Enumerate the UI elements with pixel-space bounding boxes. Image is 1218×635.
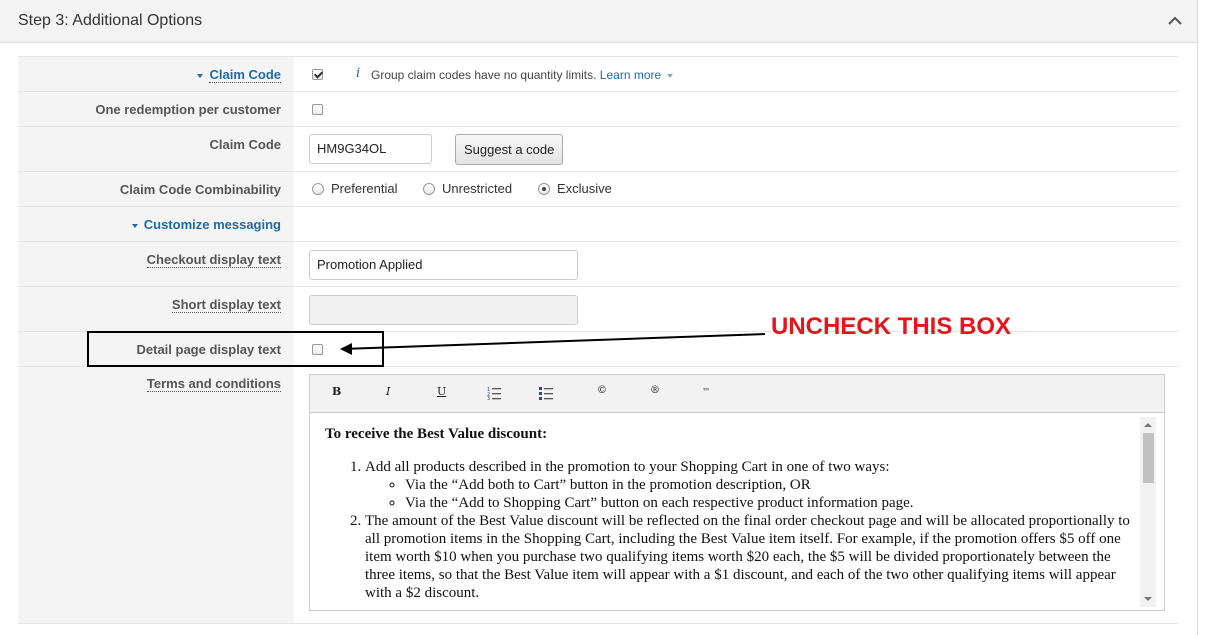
registered-button[interactable]: ® bbox=[650, 385, 660, 396]
radio-preferential-label: Preferential bbox=[331, 181, 398, 196]
terms-heading: To receive the Best Value discount: bbox=[325, 426, 548, 442]
scroll-thumb[interactable] bbox=[1143, 433, 1154, 483]
italic-button[interactable]: I bbox=[386, 385, 390, 398]
bullet-list-icon[interactable] bbox=[539, 386, 553, 400]
list-item: The amount of the Best Value discount wi… bbox=[365, 512, 1134, 602]
row-claim-code: Claim Code HM9G34OL Suggest a code bbox=[18, 126, 1179, 172]
list-item: Via the “Add to Shopping Cart” button on… bbox=[405, 494, 1134, 512]
terms-label: Terms and conditions bbox=[146, 376, 281, 392]
underline-button[interactable]: U bbox=[437, 385, 446, 398]
radio-exclusive-label: Exclusive bbox=[557, 181, 612, 196]
terms-list: Add all products described in the promot… bbox=[325, 458, 1134, 602]
row-combinability: Claim Code Combinability Preferential Un… bbox=[18, 171, 1179, 207]
row-claim-code-toggle: Claim Code i Group claim codes have no q… bbox=[18, 56, 1179, 92]
customize-messaging-toggle[interactable]: Customize messaging bbox=[131, 217, 281, 232]
short-text-label: Short display text bbox=[171, 297, 281, 313]
info-text: Group claim codes have no quantity limit… bbox=[371, 68, 597, 82]
scroll-down-icon[interactable] bbox=[1144, 597, 1152, 601]
chevron-up-icon[interactable] bbox=[1167, 13, 1183, 29]
caret-down-icon bbox=[197, 73, 204, 78]
trademark-button[interactable]: ™ bbox=[702, 387, 710, 396]
annotation-text: UNCHECK THIS BOX bbox=[771, 313, 1012, 340]
suggest-code-button[interactable]: Suggest a code bbox=[455, 134, 564, 165]
list-item: Via the “Add both to Cart” button in the… bbox=[405, 476, 1134, 494]
radio-unrestricted-label: Unrestricted bbox=[442, 181, 513, 196]
claim-code-label: Claim Code bbox=[209, 137, 281, 152]
claim-code-checkbox[interactable] bbox=[312, 69, 323, 80]
claim-code-input[interactable]: HM9G34OL bbox=[309, 134, 432, 164]
ordered-list-icon[interactable]: 123 bbox=[487, 386, 501, 400]
info-icon: i bbox=[356, 66, 361, 81]
editor-content[interactable]: To receive the Best Value discount: Add … bbox=[325, 425, 1134, 602]
radio-unrestricted[interactable] bbox=[423, 183, 435, 195]
row-customize-messaging: Customize messaging bbox=[18, 206, 1179, 242]
section-title: Step 3: Additional Options bbox=[18, 12, 203, 29]
claim-code-toggle[interactable]: Claim Code bbox=[197, 67, 281, 83]
caret-down-icon bbox=[131, 223, 138, 228]
section-header[interactable]: Step 3: Additional Options bbox=[0, 0, 1198, 43]
combinability-label: Claim Code Combinability bbox=[119, 182, 281, 197]
checkout-text-label: Checkout display text bbox=[146, 252, 281, 268]
one-redemption-label: One redemption per customer bbox=[95, 102, 281, 117]
svg-text:3: 3 bbox=[487, 396, 490, 400]
checkout-text-input[interactable]: Promotion Applied bbox=[309, 250, 578, 280]
short-text-input[interactable] bbox=[309, 295, 578, 325]
list-item: Add all products described in the promot… bbox=[365, 458, 1134, 512]
radio-exclusive[interactable] bbox=[538, 183, 550, 195]
scroll-up-icon[interactable] bbox=[1144, 423, 1152, 427]
arrow-icon bbox=[340, 333, 766, 355]
editor-toolbar: B I U 123 © ® ™ bbox=[310, 375, 1164, 413]
bold-button[interactable]: B bbox=[332, 385, 341, 398]
caret-down-icon bbox=[666, 73, 673, 78]
radio-preferential[interactable] bbox=[312, 183, 324, 195]
one-redemption-checkbox[interactable] bbox=[312, 104, 323, 115]
row-one-redemption: One redemption per customer bbox=[18, 91, 1179, 127]
panel-border bbox=[1197, 42, 1198, 635]
learn-more-link[interactable]: Learn more bbox=[600, 68, 679, 82]
terms-editor: B I U 123 © ® ™ To receive the Best Valu… bbox=[309, 374, 1165, 611]
row-checkout-text: Checkout display text Promotion Applied bbox=[18, 241, 1179, 287]
editor-scrollbar[interactable] bbox=[1140, 417, 1156, 607]
copyright-button[interactable]: © bbox=[597, 385, 607, 396]
